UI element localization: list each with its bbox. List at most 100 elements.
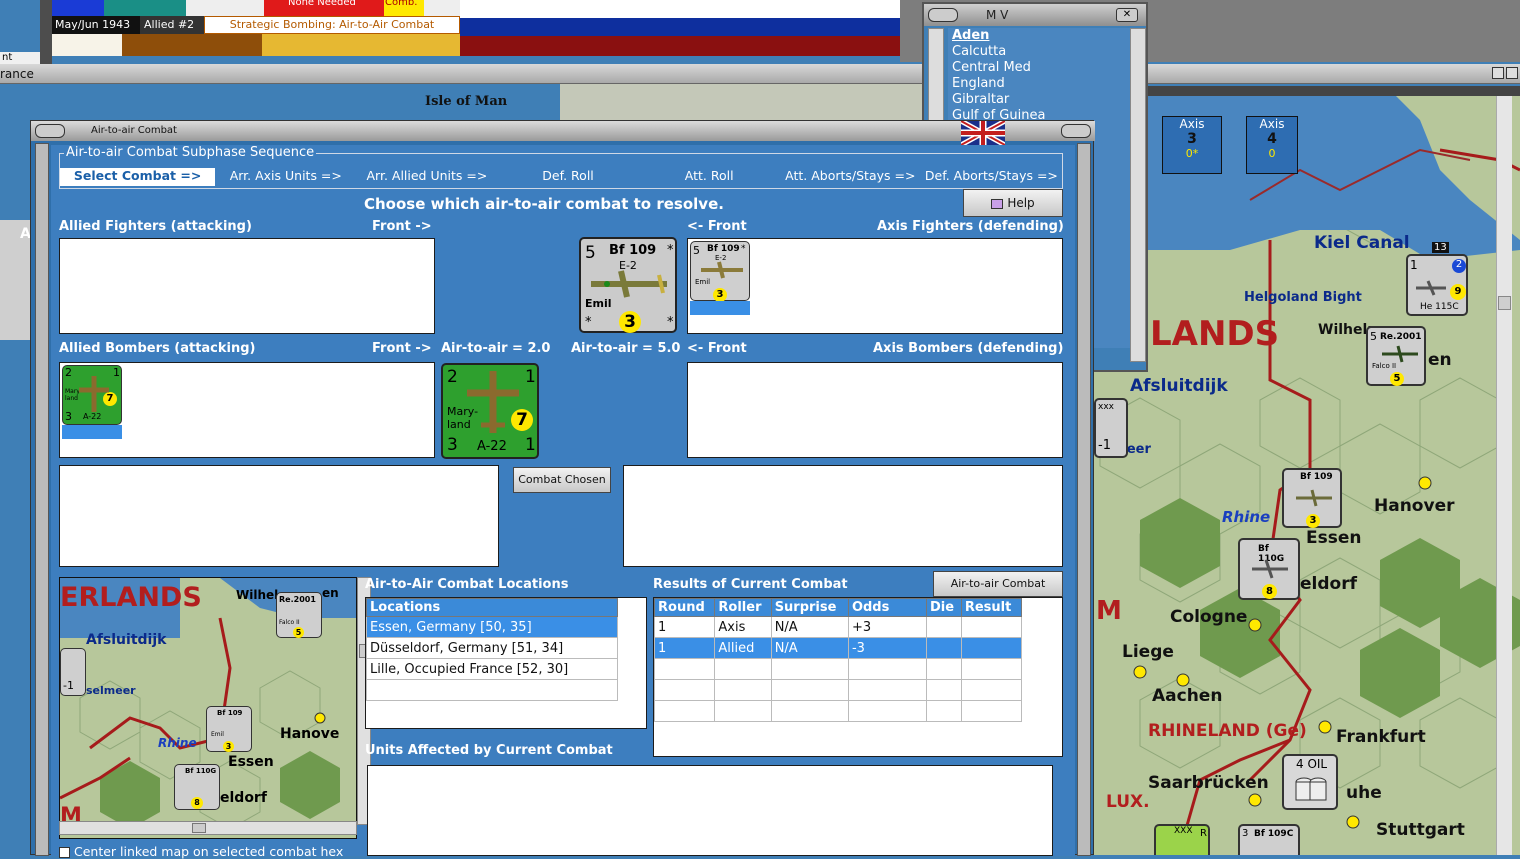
bf109c-name: Bf 109C — [1254, 829, 1294, 839]
results-cell: Allied — [714, 637, 772, 659]
mv-item[interactable]: Gibraltar — [948, 92, 1130, 108]
mini-map-hscrollbar[interactable] — [59, 821, 357, 835]
location-cell[interactable]: Düsseldorf, Germany [51, 34] — [366, 637, 618, 659]
re2001-num: 5 — [1370, 330, 1377, 343]
help-button[interactable]: Help — [963, 189, 1063, 217]
help-book-icon — [991, 198, 1004, 209]
color-swatch-gold — [262, 34, 460, 56]
dialog-title: Air-to-air Combat — [91, 125, 177, 136]
mini-map[interactable]: ERLANDS Wilhel Afsluitdijk selmeer Rhine… — [59, 577, 357, 839]
bf109-map-counter[interactable]: Bf 109 3 — [1282, 468, 1342, 528]
bf109-small-star: * — [741, 244, 746, 254]
comb-label: Comb. — [385, 0, 418, 8]
bf109-small-counter[interactable]: 5 Bf 109 * E-2 Emil 3 — [690, 241, 750, 302]
axis-fighter-selected-bar — [690, 301, 750, 315]
map-label-isle-of-man: Isle of Man — [425, 94, 508, 109]
results-row-empty — [653, 679, 1023, 701]
plane-icon — [1416, 280, 1446, 296]
map-label-lux: LUX. — [1106, 792, 1150, 812]
results-row[interactable]: 1 Axis N/A +3 — [653, 616, 1023, 638]
re2001-name: Re.2001 — [1380, 332, 1422, 342]
results-row[interactable]: 1 Allied N/A -3 — [653, 637, 1023, 659]
mini-map-netherlands: ERLANDS — [60, 582, 202, 613]
mv-item[interactable]: Aden — [948, 28, 1130, 44]
oil-resource-counter[interactable]: 4 OIL — [1282, 754, 1338, 810]
maximize-icon[interactable] — [1506, 67, 1518, 79]
mv-item[interactable]: Central Med — [948, 60, 1130, 76]
map-vertical-scrollbar[interactable] — [1496, 96, 1512, 855]
dialog-titlebar[interactable]: Air-to-air Combat — [31, 121, 1095, 141]
bf109-large-star-tr: * — [667, 243, 674, 258]
subphase-sequence-title: Air-to-air Combat Subphase Sequence — [64, 145, 317, 160]
results-table-box[interactable]: Round Roller Surprise Odds Die Result 1 … — [653, 597, 1063, 757]
phase-indicator: Strategic Bombing: Air-to-Air Combat — [204, 16, 460, 34]
location-row[interactable]: Lille, Occupied France [52, 30] — [366, 658, 618, 680]
mini-re2001-factor: 5 — [293, 627, 304, 638]
restore-icon[interactable] — [1492, 67, 1504, 79]
location-row[interactable]: Essen, Germany [50, 35] — [366, 616, 618, 638]
locations-table: Locations Essen, Germany [50, 35] Düssel… — [366, 598, 618, 701]
armor-map-counter[interactable]: XXX R — [1154, 824, 1210, 855]
mini-re2001-counter[interactable]: Re.2001 Falco II 5 — [276, 592, 322, 638]
axis-fighters-box[interactable]: 5 Bf 109 * E-2 Emil 3 — [687, 238, 1063, 334]
maryland-large-tr: 1 — [525, 367, 536, 387]
bf109-large-counter[interactable]: 5 Bf 109 * E-2 Emil * * 3 — [579, 237, 677, 333]
he115-counter[interactable]: 1 2 13 9 He 115C — [1406, 242, 1468, 316]
top-scroll-edge — [40, 0, 52, 64]
axis-bombers-box[interactable] — [687, 362, 1063, 458]
dialog-left-scrollbar[interactable] — [35, 143, 49, 856]
re2001-map-counter[interactable]: 5 Re.2001 Falco II 5 — [1366, 326, 1426, 386]
subphase-steps: Select Combat => Arr. Axis Units => Arr.… — [60, 168, 1062, 186]
axis-tile-value: 3 — [1187, 131, 1197, 147]
bf109c-map-counter[interactable]: 3 Bf 109C — [1238, 824, 1300, 855]
mini-bf110-counter[interactable]: Bf 110G 8 — [174, 764, 220, 810]
armor-r: R — [1200, 828, 1207, 839]
bf109-large-name: Bf 109 — [609, 243, 657, 258]
bf110-map-counter[interactable]: Bf 110G 8 — [1238, 538, 1300, 600]
map-label-rhine: Rhine — [1222, 508, 1271, 526]
maryland-large-counter[interactable]: 2 1 3 1 A-22 Mary-land 7 — [441, 363, 539, 459]
results-row-empty — [653, 700, 1023, 722]
maryland-large-tl: 2 — [447, 367, 458, 387]
maryland-small-counter[interactable]: 2 1 3 A-22 Mary-land 7 — [62, 365, 122, 425]
mini-map-dusseldorf: eldorf — [220, 790, 267, 806]
mv-back-icon[interactable] — [928, 8, 958, 22]
mini-bf109-name: Bf 109 — [217, 709, 243, 717]
allied-summary-box — [59, 465, 499, 567]
center-map-checkbox[interactable] — [59, 847, 70, 858]
results-cell: -3 — [847, 637, 927, 659]
mv-item[interactable]: Calcutta — [948, 44, 1130, 60]
mv-item[interactable]: England — [948, 76, 1130, 92]
none-needed-label: None Needed — [288, 0, 356, 8]
results-cell: 1 — [653, 637, 716, 659]
mini-xxx-counter[interactable]: -1 — [60, 648, 86, 696]
dialog-right-scrollbar[interactable] — [1077, 143, 1091, 856]
mini-bf109-counter[interactable]: Bf 109 Emil 3 — [206, 706, 252, 752]
allied-fighters-box[interactable] — [59, 238, 435, 334]
close-icon[interactable]: ✕ — [1116, 8, 1138, 22]
results-title: Results of Current Combat — [653, 577, 848, 592]
results-cell — [960, 616, 1023, 638]
front-label-axis-bombers: <- Front — [687, 341, 747, 356]
allied-bombers-box[interactable]: 2 1 3 A-22 Mary-land 7 — [59, 362, 435, 458]
plane-icon — [1382, 345, 1418, 363]
location-cell[interactable]: Essen, Germany [50, 35] — [366, 616, 618, 638]
center-map-checkbox-row[interactable]: Center linked map on selected combat hex — [59, 845, 379, 859]
dialog-forward-icon[interactable] — [1061, 124, 1091, 138]
map-scroll-thumb[interactable] — [1498, 296, 1511, 310]
dialog-back-icon[interactable] — [35, 124, 65, 138]
map-label-karlsruhe: uhe — [1346, 783, 1382, 803]
map-window-titlebar[interactable]: rance — [0, 64, 925, 84]
combat-chosen-button[interactable]: Combat Chosen — [513, 467, 611, 493]
air-to-air-chart-button[interactable]: Air-to-air Combat Chart — [933, 571, 1063, 614]
locations-table-box[interactable]: Locations Essen, Germany [50, 35] Düssel… — [365, 597, 647, 729]
oil-label: 4 OIL — [1296, 757, 1328, 771]
air-to-air-combat-dialog[interactable]: Air-to-air Combat Air-to-air Combat Subp… — [30, 120, 1095, 859]
location-row[interactable]: Düsseldorf, Germany [51, 34] — [366, 637, 618, 659]
xxx-map-counter[interactable]: xxx -1 — [1094, 398, 1128, 458]
mv-right-scrollbar[interactable] — [1130, 28, 1146, 362]
map-label-helgoland: Helgoland Bight — [1244, 290, 1362, 305]
location-cell[interactable]: Lille, Occupied France [52, 30] — [366, 658, 618, 680]
locations-title: Air-to-Air Combat Locations — [365, 577, 569, 592]
mini-map-hscroll-thumb[interactable] — [192, 823, 206, 833]
